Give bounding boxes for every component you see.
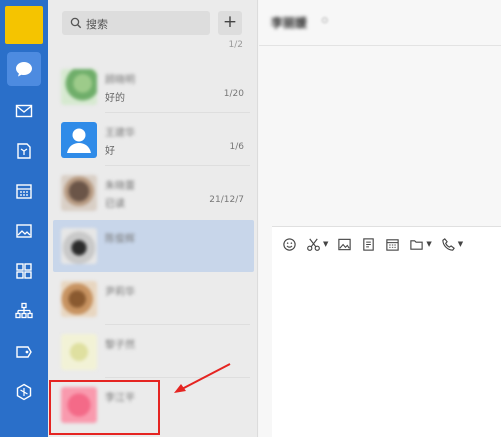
contact-name: 顾晓明	[105, 75, 135, 86]
mail-icon	[15, 104, 33, 118]
contact-avatar	[61, 281, 97, 317]
nav-rail	[0, 0, 48, 437]
conversation-item[interactable]: 朱晓蕾 已读 21/12/7	[53, 167, 254, 219]
annotation-highlight-box	[49, 380, 160, 435]
contact-avatar	[61, 334, 97, 370]
nav-mail[interactable]	[7, 94, 41, 128]
last-message-time: 1/20	[223, 89, 244, 99]
chevron-down-icon[interactable]: ▼	[458, 240, 463, 248]
annotation-arrow-icon	[174, 363, 231, 393]
hexagon-icon	[16, 383, 32, 401]
contact-avatar	[61, 122, 97, 158]
tag-icon	[16, 346, 32, 358]
screenshot-button[interactable]: ▼	[306, 237, 328, 252]
compose-toolbar: ▼ ▼ ▼	[282, 235, 472, 253]
file-button[interactable]	[361, 237, 376, 252]
org-chart-icon	[15, 302, 33, 319]
user-avatar[interactable]	[5, 6, 43, 44]
last-message: 好	[105, 146, 115, 157]
conversation-item[interactable]: 尹莉华	[53, 273, 254, 325]
row-divider	[105, 165, 250, 166]
row-divider	[105, 324, 250, 325]
document-box-icon	[17, 143, 31, 159]
phone-icon	[442, 237, 455, 251]
call-button[interactable]: ▼	[441, 237, 463, 252]
grid-icon	[16, 263, 32, 279]
image-button[interactable]	[337, 237, 352, 252]
nav-apps[interactable]	[7, 254, 41, 288]
last-message-time: 21/12/7	[209, 195, 244, 205]
contact-name: 黎子然	[105, 340, 135, 351]
last-message: 已读	[105, 199, 125, 210]
message-compose-area[interactable]: ▼ ▼ ▼	[272, 226, 501, 437]
chat-bubble-icon	[16, 62, 32, 77]
chat-pane: 李丽媛 ⊙ ▼ ▼ ▼	[259, 0, 501, 437]
contact-name: 尹莉华	[105, 287, 135, 298]
calendar-icon	[386, 238, 400, 251]
picture-icon	[16, 224, 32, 238]
conversation-item[interactable]: 顾晓明 好的 1/20	[53, 61, 254, 113]
nav-documents[interactable]	[7, 134, 41, 168]
search-box[interactable]: 搜索	[62, 11, 210, 35]
chevron-down-icon[interactable]: ▼	[323, 240, 328, 248]
contact-avatar	[61, 175, 97, 211]
contact-avatar	[61, 69, 97, 105]
chevron-down-icon[interactable]: ▼	[426, 240, 431, 248]
folder-icon	[410, 239, 424, 250]
default-person-icon	[67, 128, 91, 153]
last-message-time: 1/6	[229, 142, 244, 152]
document-icon	[363, 237, 375, 251]
contact-name: 王建华	[105, 128, 135, 139]
search-icon	[70, 17, 82, 29]
calendar-icon	[16, 184, 32, 199]
chat-info-icon[interactable]: ⊙	[321, 16, 329, 26]
conversation-item[interactable]: 王建华 好 1/6	[53, 114, 254, 166]
nav-tags[interactable]	[7, 335, 41, 369]
schedule-button[interactable]	[385, 237, 400, 252]
emoji-button[interactable]	[282, 237, 297, 252]
contact-name: 朱晓蕾	[105, 181, 135, 192]
image-icon	[338, 238, 352, 250]
row-divider	[105, 112, 250, 113]
scissors-icon	[307, 238, 320, 251]
nav-chat[interactable]	[7, 52, 41, 86]
nav-calendar[interactable]	[7, 174, 41, 208]
chat-header: 李丽媛 ⊙	[259, 0, 501, 46]
contact-name: 陈俊辉	[105, 234, 135, 245]
im-app-window: 搜索 + 1/2 顾晓明 好的 1/20 王建华 好 1/6 朱晓蕾 已读 21…	[0, 0, 501, 437]
last-message: 好的	[105, 93, 125, 104]
search-placeholder: 搜索	[86, 18, 108, 31]
contact-avatar	[61, 228, 97, 264]
add-button[interactable]: +	[218, 11, 242, 35]
nav-org-chart[interactable]	[7, 294, 41, 328]
folder-button[interactable]: ▼	[409, 237, 432, 252]
emoji-icon	[283, 237, 296, 251]
nav-gallery[interactable]	[7, 214, 41, 248]
conversation-item-selected[interactable]: 陈俊辉	[53, 220, 254, 272]
nav-plugins[interactable]	[7, 375, 41, 409]
chat-title: 李丽媛	[271, 16, 308, 30]
partial-row-time: 1/2	[228, 40, 243, 50]
